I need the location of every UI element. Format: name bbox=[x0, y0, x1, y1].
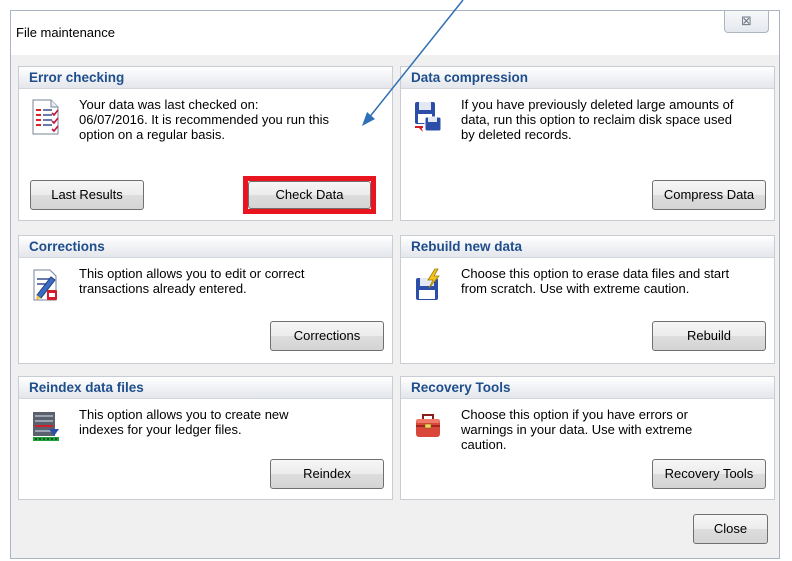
toolbox-icon bbox=[413, 409, 443, 445]
panel-description: If you have previously deleted large amo… bbox=[461, 97, 766, 142]
corrections-button[interactable]: Corrections bbox=[270, 321, 384, 351]
close-button[interactable]: Close bbox=[693, 514, 768, 544]
desc-line: option on a regular basis. bbox=[79, 127, 225, 142]
panel-rebuild: Rebuild new data Choose this option to e… bbox=[400, 235, 775, 364]
desc-line: data, run this option to reclaim disk sp… bbox=[461, 112, 732, 127]
database-index-icon bbox=[31, 409, 61, 445]
title-bar: File maintenance ⊠ bbox=[11, 11, 779, 55]
desc-line: Choose this option to erase data files a… bbox=[461, 266, 730, 281]
edit-document-icon bbox=[31, 268, 61, 304]
panel-title: Reindex data files bbox=[19, 377, 392, 399]
floppy-compress-icon bbox=[413, 99, 443, 135]
window-title: File maintenance bbox=[16, 25, 115, 40]
desc-line: indexes for your ledger files. bbox=[79, 422, 242, 437]
file-maintenance-window: File maintenance ⊠ Error checking Your d… bbox=[10, 10, 780, 559]
panel-title: Recovery Tools bbox=[401, 377, 774, 399]
panel-description: Choose this option to erase data files a… bbox=[461, 266, 766, 296]
recovery-tools-button[interactable]: Recovery Tools bbox=[652, 459, 766, 489]
panel-error-checking: Error checking Your data was last checke… bbox=[18, 66, 393, 221]
panel-recovery-tools: Recovery Tools Choose this option if you… bbox=[400, 376, 775, 500]
desc-line: warnings in your data. Use with extreme bbox=[461, 422, 693, 437]
panel-data-compression: Data compression If you have previously … bbox=[400, 66, 775, 221]
compress-data-button[interactable]: Compress Data bbox=[652, 180, 766, 210]
desc-line: This option allows you to edit or correc… bbox=[79, 266, 305, 281]
desc-line: caution. bbox=[461, 437, 507, 452]
dialog-body: Error checking Your data was last checke… bbox=[11, 55, 779, 558]
panel-title: Error checking bbox=[19, 67, 392, 89]
desc-line: Your data was last checked on: bbox=[79, 97, 259, 112]
panel-title: Data compression bbox=[401, 67, 774, 89]
panel-description: Your data was last checked on: 06/07/201… bbox=[79, 97, 384, 142]
reindex-button[interactable]: Reindex bbox=[270, 459, 384, 489]
panel-description: Choose this option if you have errors or… bbox=[461, 407, 766, 452]
desc-line: 06/07/2016. It is recommended you run th… bbox=[79, 112, 330, 127]
desc-line: Choose this option if you have errors or bbox=[461, 407, 688, 422]
check-data-button[interactable]: Check Data bbox=[248, 181, 371, 209]
panel-description: This option allows you to edit or correc… bbox=[79, 266, 384, 296]
window-close-button[interactable]: ⊠ bbox=[724, 11, 769, 33]
panel-title: Corrections bbox=[19, 236, 392, 258]
desc-line: If you have previously deleted large amo… bbox=[461, 97, 734, 112]
close-icon: ⊠ bbox=[741, 13, 752, 28]
panel-reindex: Reindex data files This option allows yo… bbox=[18, 376, 393, 500]
panel-description: This option allows you to create new ind… bbox=[79, 407, 384, 437]
checklist-icon bbox=[31, 99, 61, 135]
desc-line: transactions already entered. bbox=[79, 281, 247, 296]
rebuild-button[interactable]: Rebuild bbox=[652, 321, 766, 351]
last-results-button[interactable]: Last Results bbox=[30, 180, 144, 210]
panel-title: Rebuild new data bbox=[401, 236, 774, 258]
desc-line: by deleted records. bbox=[461, 127, 572, 142]
floppy-lightning-icon bbox=[413, 268, 443, 304]
panel-corrections: Corrections This option allows you to ed… bbox=[18, 235, 393, 364]
desc-line: This option allows you to create new bbox=[79, 407, 289, 422]
desc-line: from scratch. Use with extreme caution. bbox=[461, 281, 690, 296]
